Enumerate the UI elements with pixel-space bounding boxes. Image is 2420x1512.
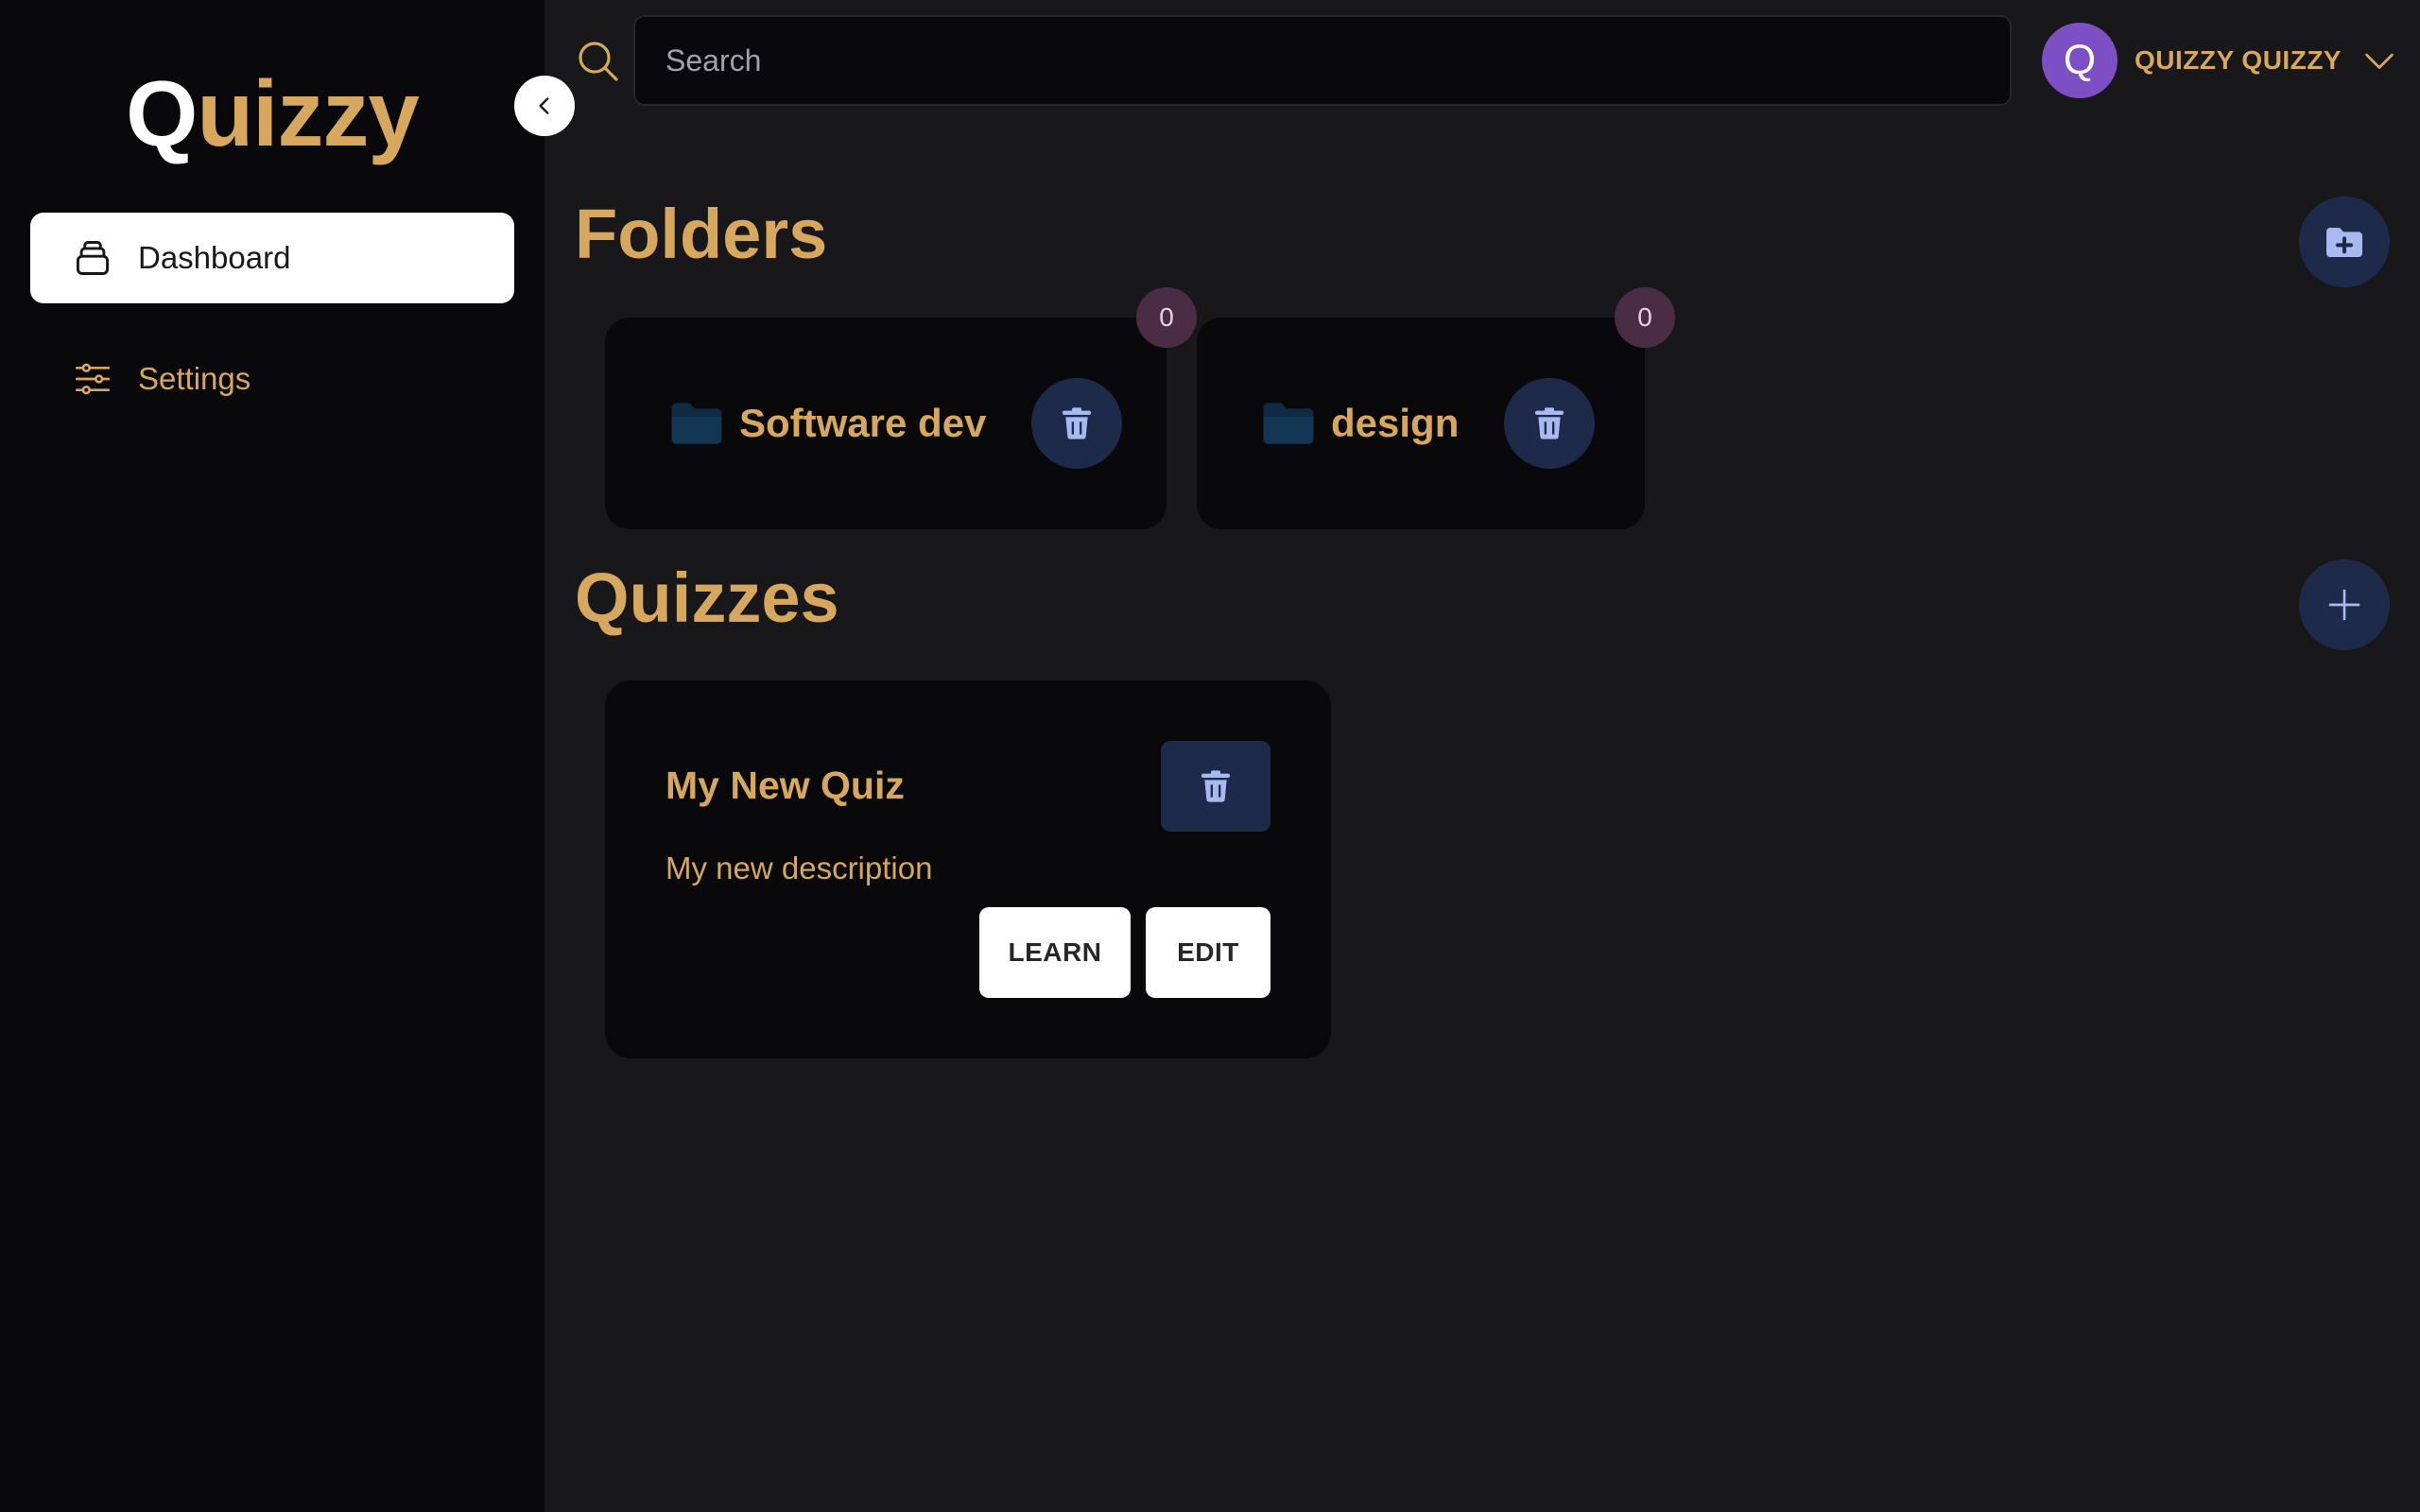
- delete-quiz-button[interactable]: [1161, 741, 1270, 832]
- folder-name: Software dev: [739, 401, 987, 445]
- collapse-sidebar-button[interactable]: [514, 76, 575, 136]
- user-name[interactable]: QUIZZY QUIZZY: [2135, 45, 2342, 76]
- chevron-down-icon[interactable]: [2362, 43, 2396, 77]
- folder-icon: [671, 403, 722, 444]
- learn-button[interactable]: LEARN: [979, 907, 1131, 998]
- folder-count-badge: 0: [1136, 287, 1197, 348]
- sidebar-item-dashboard[interactable]: Dashboard: [30, 213, 514, 303]
- sliders-icon: [70, 356, 115, 402]
- app-root: Quizzy Dashboard Settings Search Q QUIZZ…: [0, 0, 2420, 1512]
- user-menu[interactable]: Q QUIZZY QUIZZY: [2042, 23, 2396, 98]
- app-logo[interactable]: Quizzy: [0, 57, 544, 170]
- sidebar-item-settings[interactable]: Settings: [30, 334, 514, 424]
- add-folder-button[interactable]: [2299, 197, 2390, 287]
- edit-button[interactable]: EDIT: [1146, 907, 1270, 998]
- folder-icon: [1263, 403, 1314, 444]
- search-icon: [579, 42, 618, 81]
- chevron-left-icon: [539, 97, 549, 114]
- quiz-title: My New Quiz: [666, 764, 905, 807]
- trash-icon: [1201, 770, 1230, 802]
- folder-plus-icon: [2326, 228, 2362, 257]
- delete-folder-button[interactable]: [1031, 378, 1123, 469]
- trash-icon: [1063, 407, 1092, 439]
- avatar[interactable]: Q: [2042, 23, 2118, 98]
- trash-icon: [1535, 407, 1564, 439]
- logo-text: uizzy: [197, 61, 420, 165]
- sidebar-item-label: Dashboard: [138, 240, 291, 275]
- folder-count-badge: 0: [1615, 287, 1675, 348]
- plus-icon: [2328, 589, 2360, 621]
- folders-title: Folders: [575, 195, 828, 273]
- quiz-card: My New Quiz My new description LEARN EDI…: [605, 680, 1331, 1058]
- add-quiz-button[interactable]: [2299, 559, 2390, 650]
- search-input[interactable]: [633, 15, 2012, 106]
- sidebar: Quizzy Dashboard Settings: [0, 0, 544, 1512]
- logo-letter: Q: [126, 61, 198, 165]
- quizzes-title: Quizzes: [575, 558, 839, 637]
- quiz-description: My new description: [666, 850, 933, 885]
- delete-folder-button[interactable]: [1504, 378, 1596, 469]
- inbox-stack-icon: [70, 235, 115, 281]
- folder-name: design: [1331, 401, 1460, 445]
- folder-card[interactable]: Software dev: [605, 318, 1167, 529]
- sidebar-item-label: Settings: [138, 361, 251, 396]
- folder-card[interactable]: design: [1197, 318, 1645, 529]
